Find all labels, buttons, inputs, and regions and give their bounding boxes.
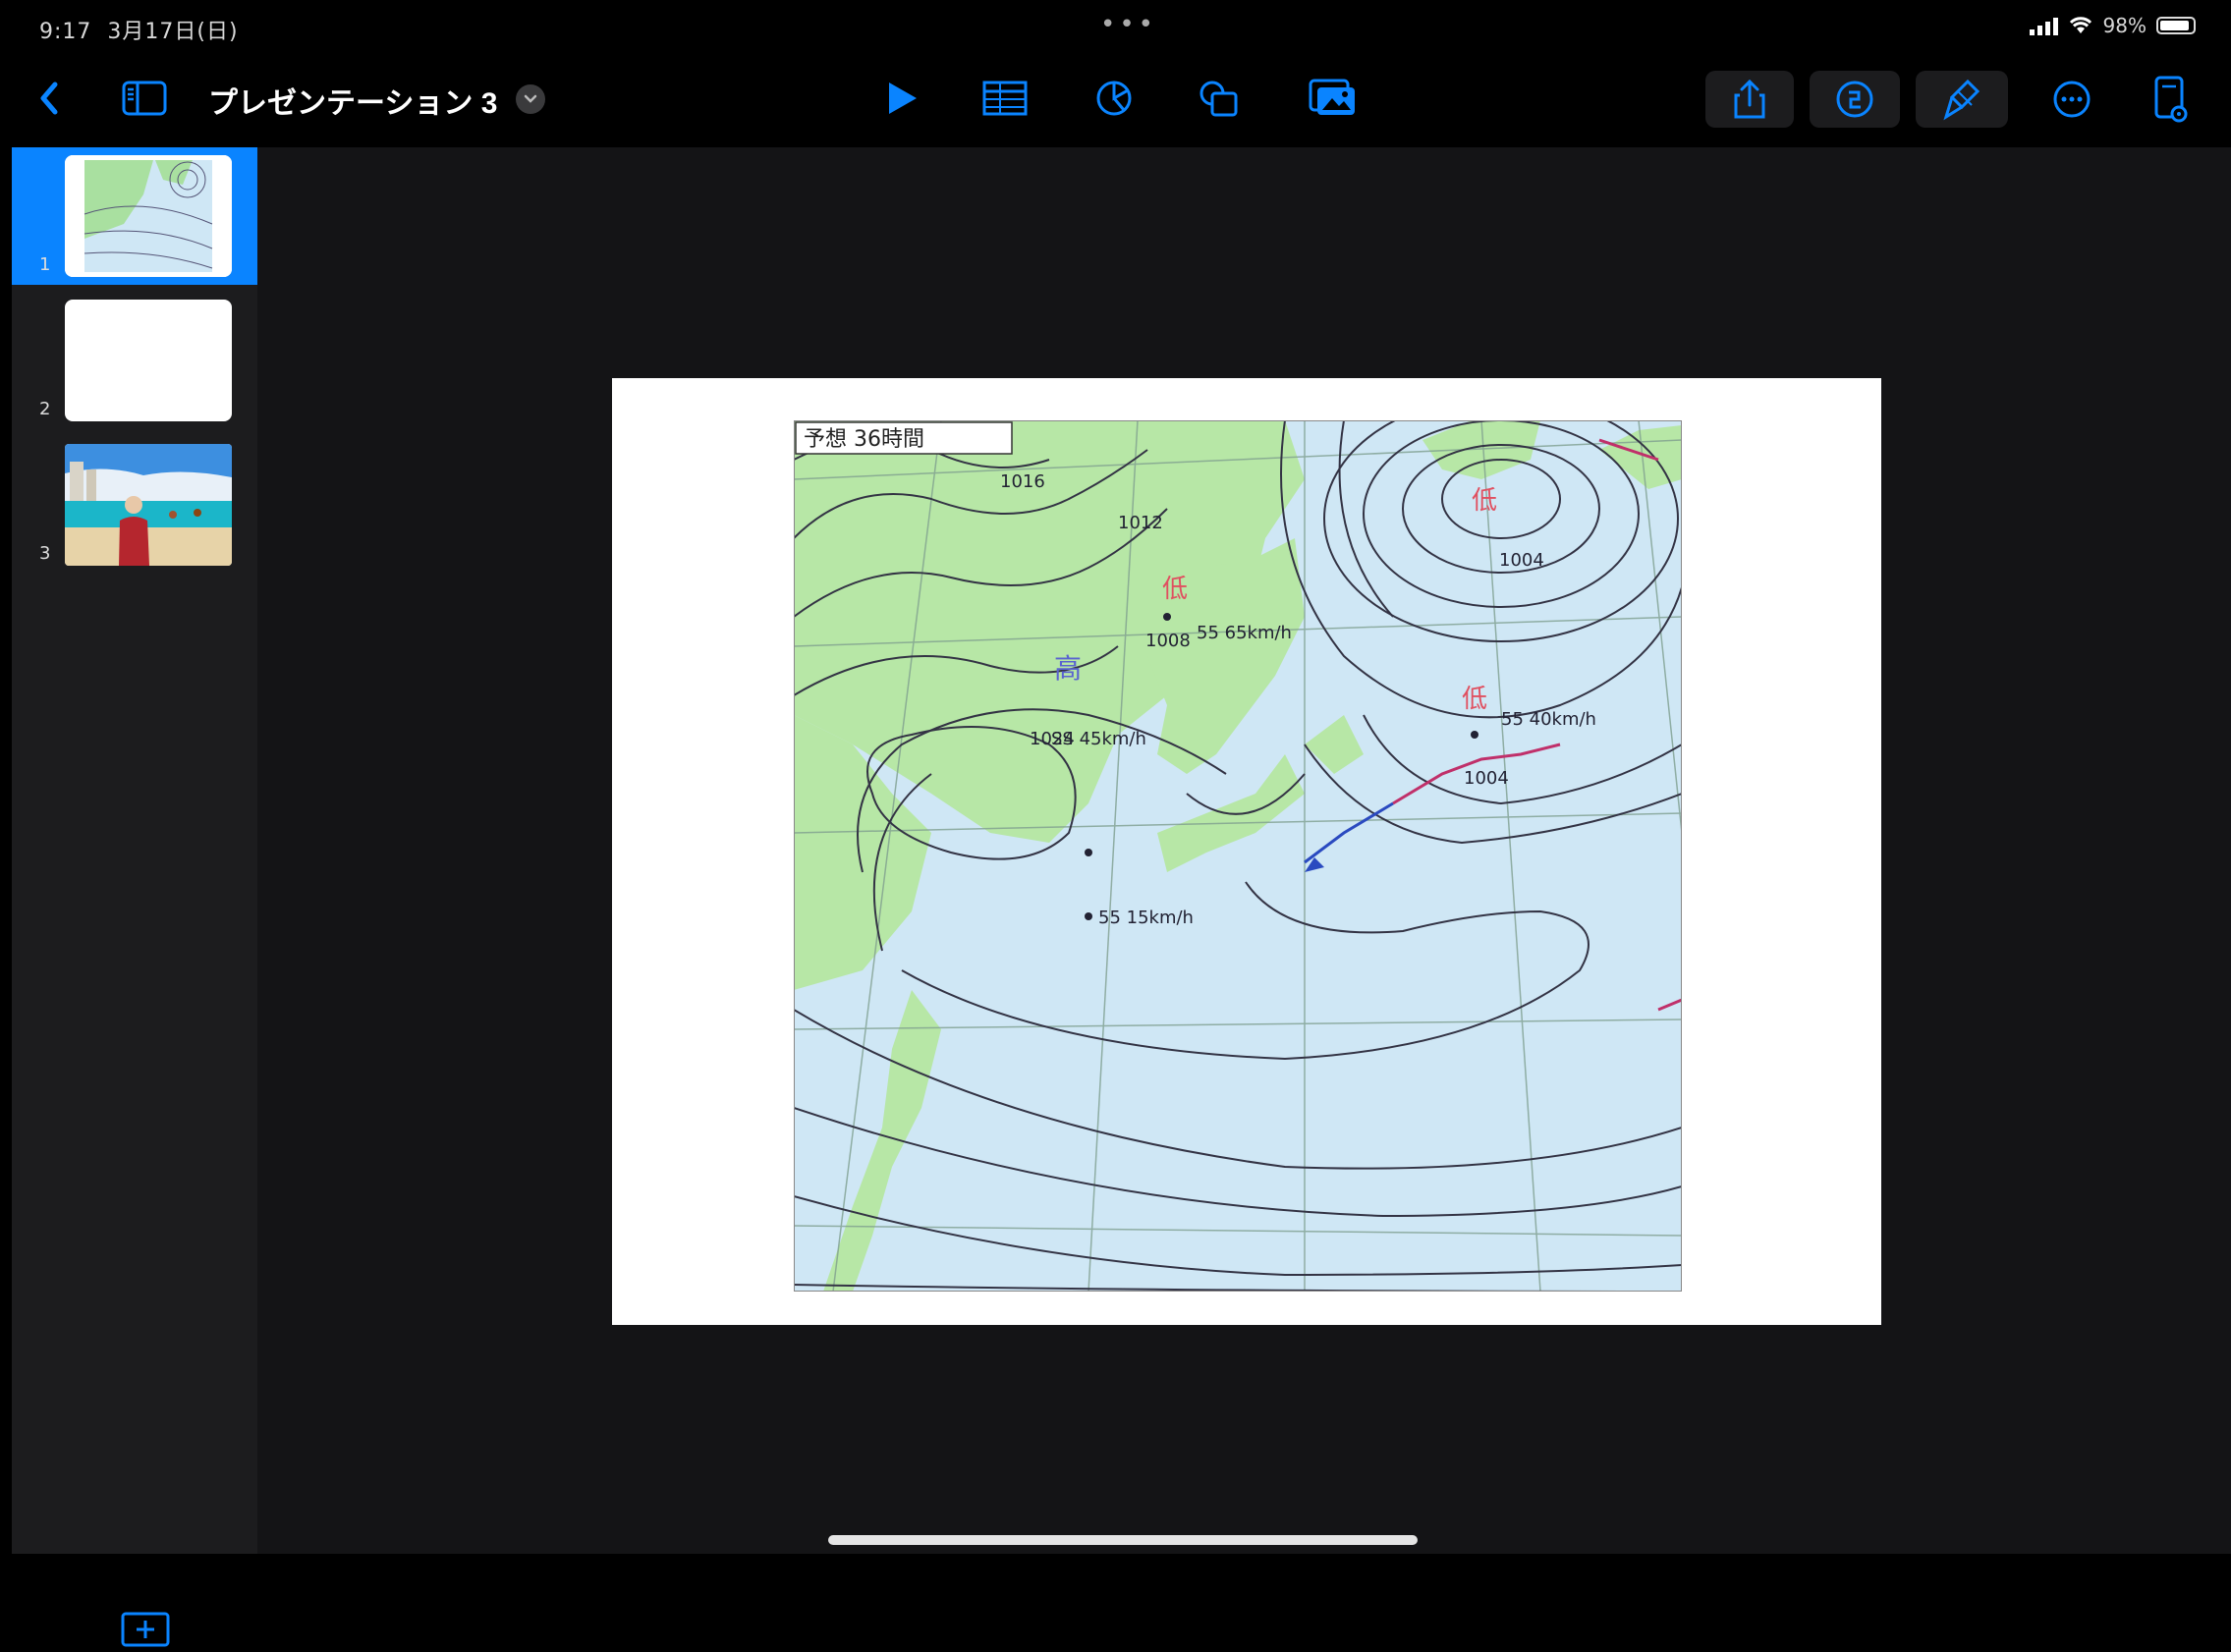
slide-thumbnail-3[interactable]: 3 [12, 436, 257, 574]
status-indicators: 98% [2029, 14, 2196, 37]
back-chevron-icon[interactable] [29, 77, 69, 120]
format-brush-icon[interactable] [1916, 71, 2008, 128]
battery-icon [2156, 17, 2196, 34]
map-symbol-low-1: 低 [1162, 575, 1188, 604]
collaborate-icon[interactable] [1810, 71, 1900, 128]
map-pressure-label: 1008 [1145, 631, 1191, 651]
slide-number: 3 [39, 543, 51, 564]
battery-percent: 98% [2102, 14, 2147, 37]
multitasking-dots-icon[interactable]: ••• [1100, 10, 1157, 39]
slide-number: 1 [39, 254, 51, 275]
slide-preview-beach-photo [65, 444, 232, 566]
map-speed-label: 55 15km/h [1098, 908, 1194, 928]
map-speed-label: 55 65km/h [1197, 623, 1292, 643]
home-indicator[interactable] [828, 1535, 1418, 1545]
slide-thumbnail-1[interactable]: 1 [12, 147, 257, 285]
map-pressure-label: 1012 [1118, 513, 1163, 533]
share-icon[interactable] [1705, 71, 1794, 128]
play-icon[interactable] [880, 77, 923, 120]
slide-navigator: 1 2 3 [12, 147, 257, 1647]
chart-icon[interactable] [1090, 77, 1138, 120]
add-slide-icon[interactable] [120, 1611, 171, 1648]
wifi-icon [2069, 17, 2092, 33]
document-setup-icon[interactable] [2151, 73, 2191, 126]
status-date: 3月17日(日) [107, 20, 239, 44]
more-icon[interactable] [2049, 77, 2094, 122]
document-title[interactable]: プレゼンテーション 3 [208, 79, 497, 122]
slide-number: 2 [39, 399, 51, 419]
status-time: 9:17 3月17日(日) [39, 20, 239, 44]
map-symbol-high: 高 [1054, 652, 1082, 685]
map-header: 予想 36時間 [804, 427, 924, 452]
status-bar: 9:17 3月17日(日) ••• 98% [0, 0, 2231, 59]
sidebar-toggle-icon[interactable] [120, 79, 169, 118]
map-symbol-low-2: 低 [1472, 486, 1497, 516]
map-symbol-low-3: 低 [1462, 685, 1487, 714]
slide-preview-blank [65, 300, 232, 421]
map-speed-label: SS 45km/h [1051, 729, 1146, 749]
shape-icon[interactable] [1195, 77, 1244, 120]
map-pressure-label: 1004 [1499, 550, 1544, 571]
map-speed-label: 55 40km/h [1501, 709, 1596, 730]
weather-map-image[interactable]: 予想 36時間 高 低 低 低 1024 1004 1008 1016 1004… [794, 420, 1682, 1292]
slide-thumbnail-2[interactable]: 2 [12, 292, 257, 429]
slide-preview-weather-map [65, 155, 232, 277]
map-pressure-label: 1004 [1464, 768, 1509, 789]
table-icon[interactable] [980, 77, 1030, 120]
media-icon[interactable] [1307, 77, 1360, 120]
cellular-signal-icon [2029, 16, 2058, 35]
map-pressure-label: 1016 [1000, 471, 1045, 492]
title-menu-chevron-icon[interactable] [516, 84, 545, 114]
